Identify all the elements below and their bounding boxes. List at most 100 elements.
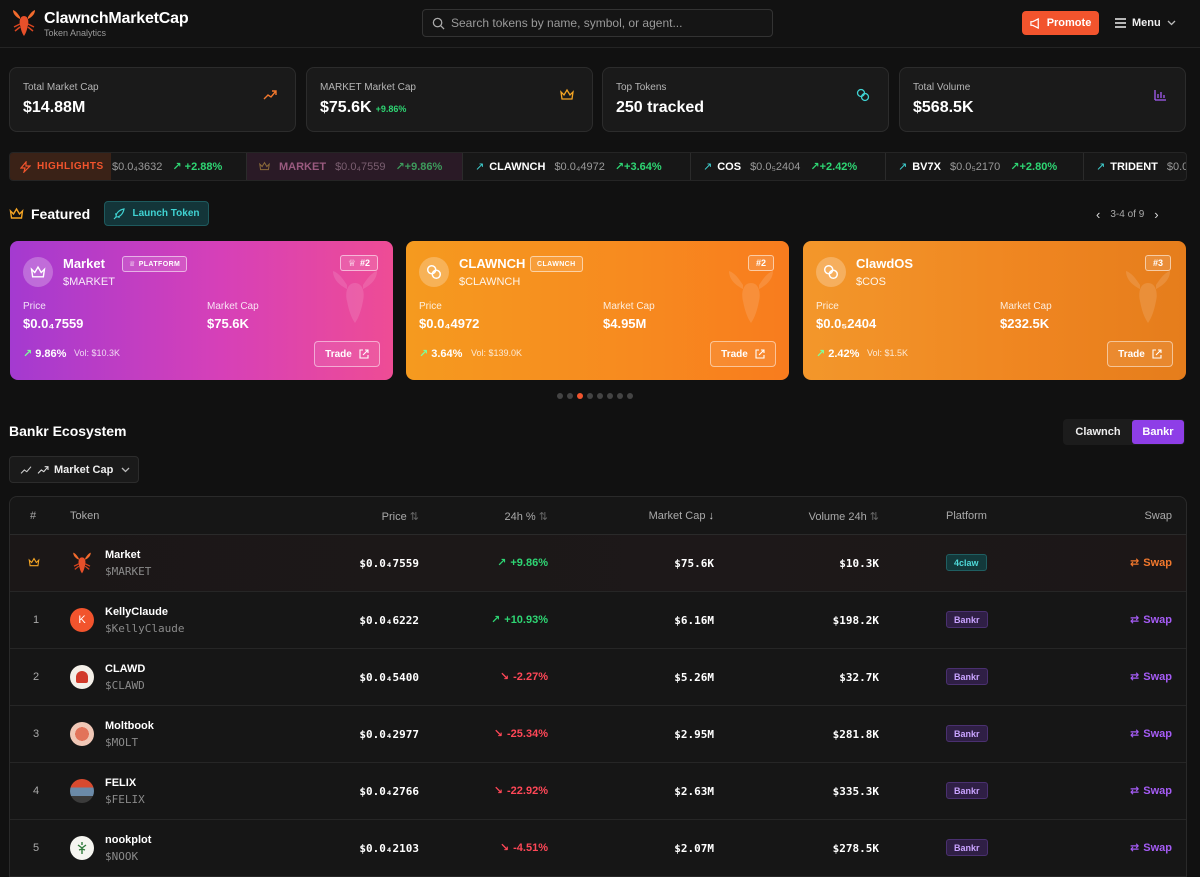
carousel-dot[interactable] xyxy=(567,393,573,399)
featured-card-clawnch[interactable]: CLAWNCH CLAWNCH $CLAWNCH #2 Price $0.0₄4… xyxy=(406,241,789,380)
ticker-price: $0.0₅2170 xyxy=(949,160,1001,173)
swap-arrows-icon: ⇄ xyxy=(1130,785,1140,797)
token-change: ↘ -25.34% xyxy=(493,727,548,741)
ticker-price: $0.0₄4972 xyxy=(554,160,605,173)
card-volume: Vol: $139.0K xyxy=(471,348,523,358)
chevron-right-icon[interactable]: › xyxy=(1154,207,1158,222)
col-token: Token xyxy=(70,510,100,522)
carousel-dot[interactable] xyxy=(607,393,613,399)
crown-icon xyxy=(9,207,24,219)
ticker-change: ↗+9.86% xyxy=(395,161,443,173)
trade-button[interactable]: Trade xyxy=(710,341,776,367)
card-ticker: $COS xyxy=(856,276,886,288)
token-name[interactable]: nookplot xyxy=(105,834,151,846)
table-row[interactable]: Market $MARKET $0.0₄7559 ↗ +9.86% $75.6K … xyxy=(10,535,1186,592)
promote-button[interactable]: Promote xyxy=(1022,11,1099,35)
carousel-dot[interactable] xyxy=(587,393,593,399)
carousel-dot-active[interactable] xyxy=(577,393,583,399)
toggle-clawnch[interactable]: Clawnch xyxy=(1064,420,1132,444)
lobster-logo-icon[interactable] xyxy=(10,8,38,38)
table-row[interactable]: 1 K KellyClaude $KellyClaude $0.0₄6222 ↗… xyxy=(10,592,1186,649)
swap-link[interactable]: ⇄ Swap xyxy=(1130,670,1172,684)
carousel-dot[interactable] xyxy=(557,393,563,399)
mcap-label: Market Cap xyxy=(1000,301,1052,312)
carousel-dot[interactable] xyxy=(597,393,603,399)
token-rank: 3 xyxy=(32,728,40,740)
col-volume[interactable]: Volume 24h ⇅ xyxy=(809,510,879,523)
token-rank: 5 xyxy=(32,842,40,854)
token-mcap: $2.95M xyxy=(674,728,714,741)
chevron-left-icon[interactable]: ‹ xyxy=(1096,207,1100,222)
ticker-item-clawnch[interactable]: ↗ CLAWNCH $0.0₄4972 ↗+3.64% xyxy=(463,153,691,180)
featured-card-market[interactable]: Market ♕ PLATFORM $MARKET ♕ #2 Price $0.0₄… xyxy=(10,241,393,380)
trade-button[interactable]: Trade xyxy=(1107,341,1173,367)
ticker-item[interactable]: $0.0₄3632 ↗ +2.88% xyxy=(105,153,247,180)
card-change: ↗ 3.64% xyxy=(419,347,463,361)
featured-card-clawdos[interactable]: ClawdOS $COS #3 Price $0.0₅2404 Market C… xyxy=(803,241,1186,380)
pager-label: 3-4 of 9 xyxy=(1110,209,1145,220)
token-volume: $281.8K xyxy=(832,728,879,741)
ticker-symbol: MARKET xyxy=(279,160,327,173)
col-market-cap[interactable]: Market Cap ↓ xyxy=(649,510,714,522)
swap-link[interactable]: ⇄ Swap xyxy=(1130,556,1172,570)
swap-link[interactable]: ⇄ Swap xyxy=(1130,784,1172,798)
lobster-avatar-icon xyxy=(73,552,91,574)
chevron-down-icon xyxy=(1167,20,1176,26)
token-change: ↘ -2.27% xyxy=(499,670,548,684)
sort-dropdown[interactable]: Market Cap xyxy=(9,456,139,483)
table-row[interactable]: 2 CLAWD $CLAWD $0.0₄5400 ↘ -2.27% $5.26M … xyxy=(10,649,1186,706)
launch-token-button[interactable]: Launch Token xyxy=(104,201,209,226)
card-price: $0.0₅2404 xyxy=(816,316,877,331)
token-name[interactable]: Moltbook xyxy=(105,720,154,732)
ticker-item-bv7x[interactable]: ↗ BV7X $0.0₅2170 ↗+2.80% xyxy=(886,153,1084,180)
bar-chart-icon xyxy=(1154,90,1166,101)
ticker-item-market[interactable]: MARKET $0.0₄7559 ↗+9.86% xyxy=(247,153,463,180)
carousel-dot[interactable] xyxy=(617,393,623,399)
token-name[interactable]: CLAWD xyxy=(105,663,145,675)
table-row[interactable]: 3 Moltbook $MOLT $0.0₄2977 ↘ -25.34% $2.9… xyxy=(10,706,1186,763)
table-row[interactable]: 5 nookplot $NOOK $0.0₄2103 ↘ -4.51% $2.07… xyxy=(10,820,1186,877)
token-symbol: $CLAWD xyxy=(105,679,145,692)
coins-avatar-icon xyxy=(419,257,449,287)
swap-link[interactable]: ⇄ Swap xyxy=(1130,727,1172,741)
external-link-icon xyxy=(1152,349,1162,359)
brand-title[interactable]: ClawnchMarketCap xyxy=(44,10,189,28)
token-price: $0.0₄5400 xyxy=(359,671,419,684)
swap-link[interactable]: ⇄ Swap xyxy=(1130,613,1172,627)
search-input[interactable] xyxy=(451,10,769,36)
platform-badge: Bankr xyxy=(946,839,988,856)
platform-badge: Bankr xyxy=(946,611,988,628)
table-row[interactable]: 4 FELIX $FELIX $0.0₄2766 ↘ -22.92% $2.63M… xyxy=(10,763,1186,820)
highlights-label: HIGHLIGHTS xyxy=(10,153,111,180)
token-rank: 4 xyxy=(32,785,40,797)
trade-button[interactable]: Trade xyxy=(314,341,380,367)
carousel-dot[interactable] xyxy=(627,393,633,399)
menu-label: Menu xyxy=(1132,17,1161,29)
stat-label: Total Market Cap xyxy=(23,82,99,93)
promote-label: Promote xyxy=(1046,17,1092,29)
token-name[interactable]: Market xyxy=(105,549,140,561)
col-price[interactable]: Price ⇅ xyxy=(382,510,419,523)
token-volume: $198.2K xyxy=(832,614,879,627)
col-platform: Platform xyxy=(946,510,987,522)
swap-arrows-icon: ⇄ xyxy=(1130,728,1140,740)
ticker-item-cos[interactable]: ↗ COS $0.0₅2404 ↗+2.42% xyxy=(691,153,886,180)
toggle-bankr[interactable]: Bankr xyxy=(1132,420,1184,444)
stat-value: $568.5K xyxy=(913,99,974,116)
token-name[interactable]: KellyClaude xyxy=(105,606,168,618)
token-mcap: $2.07M xyxy=(674,842,714,855)
ticker-symbol: COS xyxy=(717,160,742,173)
token-symbol: $FELIX xyxy=(105,793,145,806)
external-link-icon xyxy=(755,349,765,359)
stat-label: Total Volume xyxy=(913,82,971,93)
ticker-item-trident[interactable]: ↗ TRIDENT $0.0 xyxy=(1084,153,1186,180)
stat-label: MARKET Market Cap xyxy=(320,82,416,93)
menu-button[interactable]: Menu xyxy=(1115,13,1176,33)
lobster-watermark-icon xyxy=(729,271,773,323)
search-box[interactable] xyxy=(422,9,773,37)
ticker-price: $0.0₅2404 xyxy=(750,160,801,173)
swap-link[interactable]: ⇄ Swap xyxy=(1130,841,1172,855)
platform-badge: 4claw xyxy=(946,554,987,571)
col-24h[interactable]: 24h % ⇅ xyxy=(505,510,548,523)
token-name[interactable]: FELIX xyxy=(105,777,136,789)
